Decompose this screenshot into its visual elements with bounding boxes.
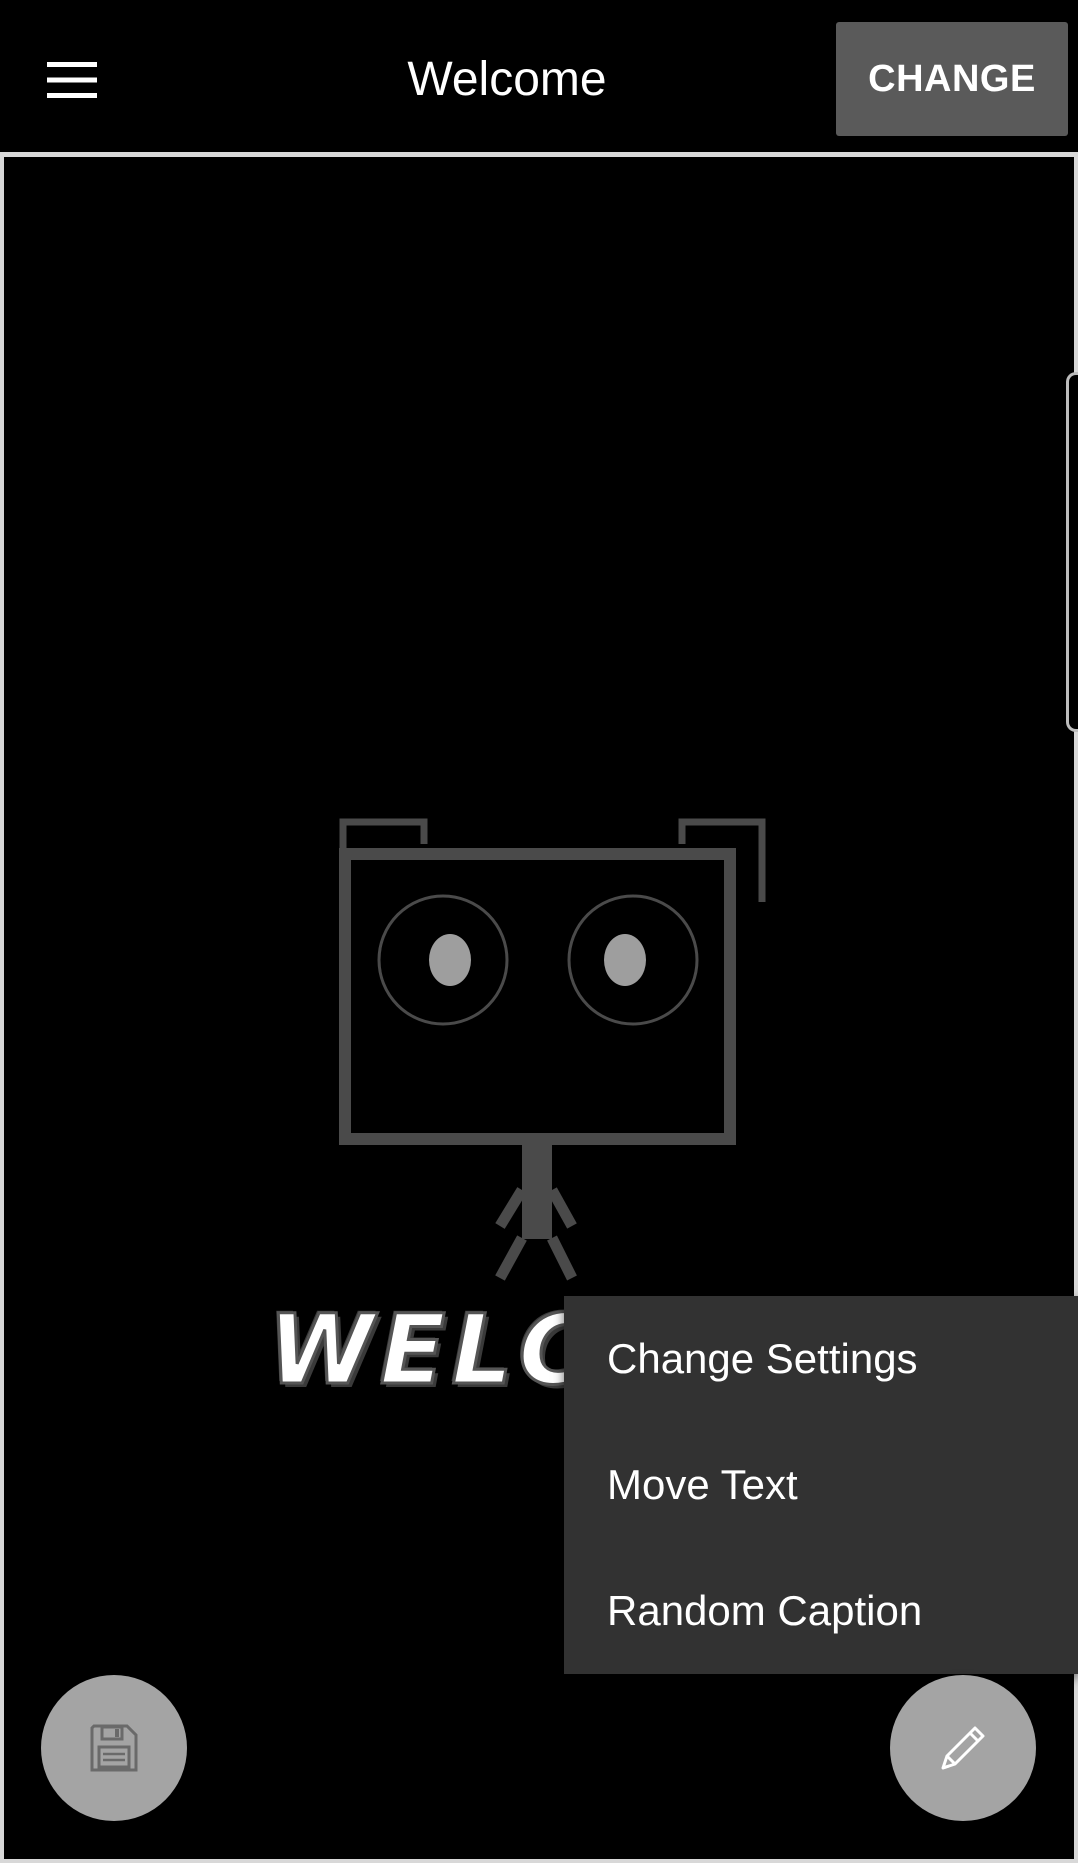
- top-app-bar: Welcome CHANGE: [0, 0, 1078, 152]
- overflow-menu: Change Settings Move Text Random Caption: [564, 1296, 1078, 1674]
- menu-item-change-settings[interactable]: Change Settings: [564, 1296, 1078, 1422]
- app-root: Welcome CHANGE WELC Change Settings Move: [0, 0, 1078, 1863]
- floppy-disk-icon: [90, 1724, 138, 1772]
- page-title: Welcome: [407, 53, 607, 106]
- edit-button[interactable]: [890, 1675, 1036, 1821]
- menu-item-random-caption[interactable]: Random Caption: [564, 1548, 1078, 1674]
- save-button[interactable]: [41, 1675, 187, 1821]
- menu-item-move-text[interactable]: Move Text: [564, 1422, 1078, 1548]
- canvas-bottom-border: [0, 1859, 1078, 1863]
- change-button[interactable]: CHANGE: [836, 22, 1068, 136]
- side-drawer-handle[interactable]: [1066, 372, 1078, 732]
- hamburger-menu-icon: [47, 62, 97, 98]
- welcome-caption: WELC: [266, 1294, 596, 1406]
- menu-button[interactable]: [26, 40, 118, 120]
- robot-logo-icon: [339, 818, 766, 1281]
- pencil-icon: [941, 1726, 985, 1770]
